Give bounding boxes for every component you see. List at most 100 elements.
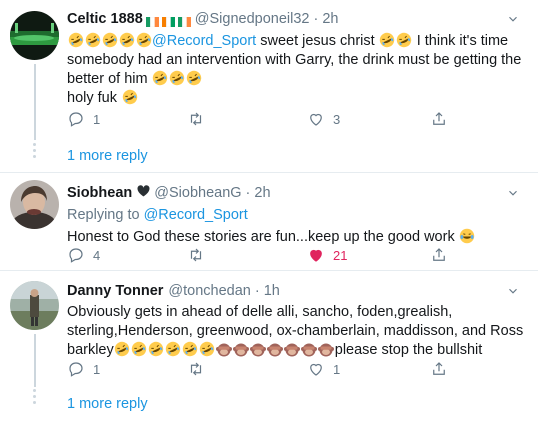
rofl-emoji — [152, 70, 168, 86]
see-no-evil-monkey-emoji-group — [216, 342, 335, 358]
rofl-emoji — [200, 341, 215, 357]
share-button[interactable] — [430, 245, 448, 265]
tears-of-joy-emoji — [459, 228, 476, 245]
rofl-emoji — [122, 89, 137, 105]
reply-button[interactable]: 1 — [67, 359, 100, 379]
like-button[interactable]: 3 — [307, 109, 340, 129]
timestamp[interactable]: 1h — [264, 282, 280, 300]
like-count: 21 — [333, 247, 348, 263]
avatar[interactable] — [10, 11, 59, 60]
chevron-down-icon[interactable] — [506, 186, 520, 200]
dot-separator: · — [313, 11, 319, 27]
rofl-emoji — [121, 89, 138, 106]
heart-icon — [310, 249, 322, 262]
rofl-emoji — [183, 341, 198, 357]
ivory-coast-flag-emoji — [161, 14, 175, 28]
tweet-actions: 4 21 — [67, 245, 467, 265]
share-icon — [433, 112, 445, 125]
avatar[interactable] — [10, 281, 59, 330]
like-button[interactable]: 21 — [307, 245, 347, 265]
reply-icon — [69, 362, 83, 377]
avatar[interactable] — [10, 180, 59, 229]
retweet-button[interactable] — [187, 109, 213, 129]
chevron-down-icon[interactable] — [506, 284, 520, 298]
rofl-emoji-group — [67, 32, 152, 49]
tweet-text-part: holy fuk — [67, 90, 121, 106]
tears-of-joy-emoji — [460, 228, 475, 244]
display-name[interactable]: Siobhean — [67, 184, 132, 202]
reply-button[interactable]: 4 — [67, 245, 100, 265]
like-button[interactable]: 1 — [307, 359, 340, 379]
show-more-replies-link[interactable]: 1 more reply — [67, 396, 148, 412]
show-more-replies-link[interactable]: 1 more reply — [67, 148, 148, 164]
user-handle[interactable]: @SiobheanG — [154, 184, 241, 202]
ireland-flag-emoji — [145, 14, 159, 28]
replying-to-mention[interactable]: @Record_Sport — [144, 207, 248, 223]
rofl-emoji — [102, 32, 117, 48]
see-no-evil-monkey-emoji — [233, 343, 250, 357]
reply-count: 1 — [93, 111, 101, 127]
tweet-text-part: Honest to God these stories are fun...ke… — [67, 229, 459, 245]
see-no-evil-monkey-emoji — [250, 343, 267, 357]
retweet-icon — [190, 362, 202, 376]
black-heart-emoji — [137, 184, 150, 202]
tweet-dannytonner[interactable]: Danny Tonner @tonchedan · 1h Obviously g… — [0, 271, 538, 421]
rofl-emoji-group — [379, 32, 413, 49]
rofl-emoji — [119, 32, 134, 48]
rofl-emoji — [169, 70, 185, 86]
like-count: 1 — [333, 361, 341, 377]
rofl-emoji — [136, 32, 151, 48]
tweet-header: Danny Tonner @tonchedan · 1h — [67, 282, 524, 300]
retweet-button[interactable] — [187, 245, 213, 265]
ireland-flag-emoji — [177, 14, 191, 28]
retweet-button[interactable] — [187, 359, 213, 379]
display-name[interactable]: Danny Tonner — [67, 282, 163, 300]
user-handle[interactable]: @Signedponeil32 — [195, 10, 310, 28]
rofl-emoji — [132, 341, 147, 357]
tweet-header: Celtic 1888 @Signedponeil32 · 2h — [67, 10, 524, 28]
see-no-evil-monkey-emoji — [318, 343, 335, 357]
display-name[interactable]: Celtic 1888 — [67, 10, 143, 28]
reply-icon — [69, 112, 83, 127]
tweet-celtic1888[interactable]: Celtic 1888 @Signedponeil32 · 2h @Record… — [0, 0, 538, 170]
dot-separator: · — [245, 185, 251, 201]
replying-prefix: Replying to — [67, 207, 140, 223]
tweet-text-part: please stop the bullshit — [334, 342, 483, 358]
reply-icon — [69, 248, 83, 263]
rofl-emoji-group — [114, 341, 216, 358]
tweet-text-part: sweet jesus christ — [256, 33, 379, 49]
thread-line — [34, 64, 36, 140]
mention-link[interactable]: @Record_Sport — [152, 33, 256, 49]
see-no-evil-monkey-emoji — [216, 343, 233, 357]
like-count: 3 — [333, 111, 341, 127]
thread-dots — [33, 143, 36, 158]
retweet-icon — [190, 112, 202, 126]
tweet-actions: 1 1 — [67, 359, 467, 379]
replying-to: Replying to @Record_Sport — [67, 206, 524, 224]
tweet-siobhean[interactable]: Siobhean @SiobheanG · 2h Replying to @Re… — [0, 173, 538, 269]
thread-dots — [33, 389, 36, 404]
tweet-text: Obviously gets in ahead of delle alli, s… — [67, 303, 524, 360]
timestamp[interactable]: 2h — [254, 184, 270, 202]
tweet-header: Siobhean @SiobheanG · 2h — [67, 184, 524, 202]
thread-line — [34, 334, 36, 387]
share-button[interactable] — [430, 109, 448, 129]
tweet-actions: 1 3 — [67, 109, 467, 129]
rofl-emoji — [186, 70, 202, 86]
rofl-emoji — [149, 341, 164, 357]
timestamp[interactable]: 2h — [322, 10, 338, 28]
retweet-icon — [190, 248, 202, 262]
rofl-emoji — [85, 32, 100, 48]
rofl-emoji-group — [152, 70, 203, 87]
see-no-evil-monkey-emoji — [284, 343, 301, 357]
reply-count: 1 — [93, 361, 101, 377]
rofl-emoji — [115, 341, 130, 357]
share-button[interactable] — [430, 359, 448, 379]
see-no-evil-monkey-emoji — [267, 343, 284, 357]
rofl-emoji — [166, 341, 181, 357]
heart-icon — [310, 363, 322, 376]
chevron-down-icon[interactable] — [506, 12, 520, 26]
reply-button[interactable]: 1 — [67, 109, 100, 129]
rofl-emoji — [379, 32, 395, 48]
user-handle[interactable]: @tonchedan — [168, 282, 250, 300]
